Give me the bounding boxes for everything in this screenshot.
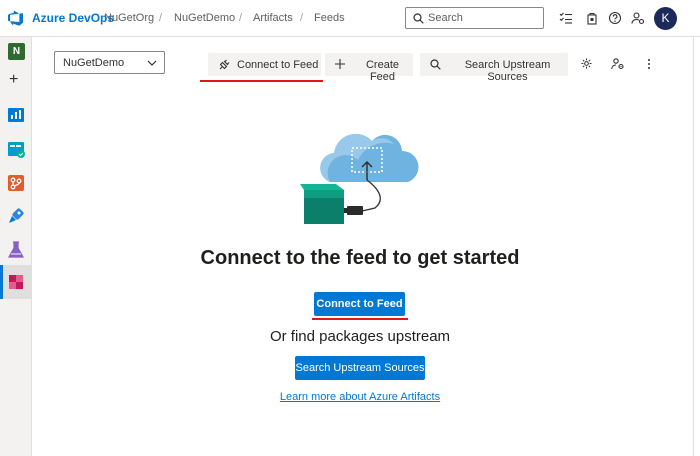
search-icon [413,13,424,24]
plug-icon [219,59,230,70]
feed-permissions-icon[interactable] [611,58,625,70]
help-icon[interactable] [608,11,622,25]
annotation-underline [200,80,323,82]
breadcrumb-feeds[interactable]: Feeds [314,12,345,24]
overview-icon[interactable] [5,104,27,126]
connect-to-feed-button[interactable]: Connect to Feed [314,292,405,316]
breadcrumb-org[interactable]: NuGetOrg [104,12,154,24]
project-badge[interactable]: N [8,43,25,60]
repos-icon[interactable] [5,172,27,194]
artifacts-icon[interactable] [5,271,27,293]
right-panel-edge [693,37,700,456]
connect-to-feed-label: Connect to Feed [237,59,319,71]
brand-name[interactable]: Azure DevOps [32,11,114,25]
create-feed-label: Create Feed [365,59,400,83]
gear-icon[interactable] [581,58,592,69]
task-list-icon[interactable] [559,11,573,25]
user-settings-icon[interactable] [631,11,645,25]
feed-selector-dropdown[interactable]: NuGetDemo [54,51,165,74]
empty-state-headline: Connect to the feed to get started [200,247,520,269]
search-upstream-sources-button[interactable]: Search Upstream Sources [295,356,425,380]
cloud-feed-illustration-icon [300,133,419,224]
breadcrumb-separator: / [159,12,163,24]
add-icon [335,59,345,69]
search-upstream-toolbar-button[interactable]: Search Upstream Sources [420,53,568,83]
search-upstream-label: Search Upstream Sources [464,59,551,83]
connect-to-feed-toolbar-button[interactable]: Connect to Feed [208,53,321,76]
more-options-icon[interactable] [647,58,651,70]
azure-devops-logo-icon[interactable] [8,10,24,26]
search-box[interactable] [405,7,544,29]
user-avatar[interactable]: K [654,7,677,30]
add-icon[interactable]: + [9,72,18,88]
create-feed-button[interactable]: Create Feed [325,53,413,83]
breadcrumb-artifacts[interactable]: Artifacts [253,12,293,24]
pipelines-icon[interactable] [5,205,27,227]
annotation-underline [312,318,408,320]
breadcrumb-separator: / [239,12,243,24]
breadcrumb-project[interactable]: NuGetDemo [174,12,235,24]
feed-selector-value: NuGetDemo [63,57,125,69]
chevron-down-icon [147,60,157,66]
boards-icon[interactable] [5,138,27,160]
top-bar: Azure DevOps NuGetOrg / NuGetDemo / Arti… [0,0,700,37]
search-icon [430,59,441,70]
empty-state-subheadline: Or find packages upstream [269,328,451,345]
breadcrumb-separator: / [300,12,304,24]
search-input[interactable] [428,10,538,26]
learn-more-link[interactable]: Learn more about Azure Artifacts [0,391,700,403]
marketplace-bag-icon[interactable] [585,11,599,25]
